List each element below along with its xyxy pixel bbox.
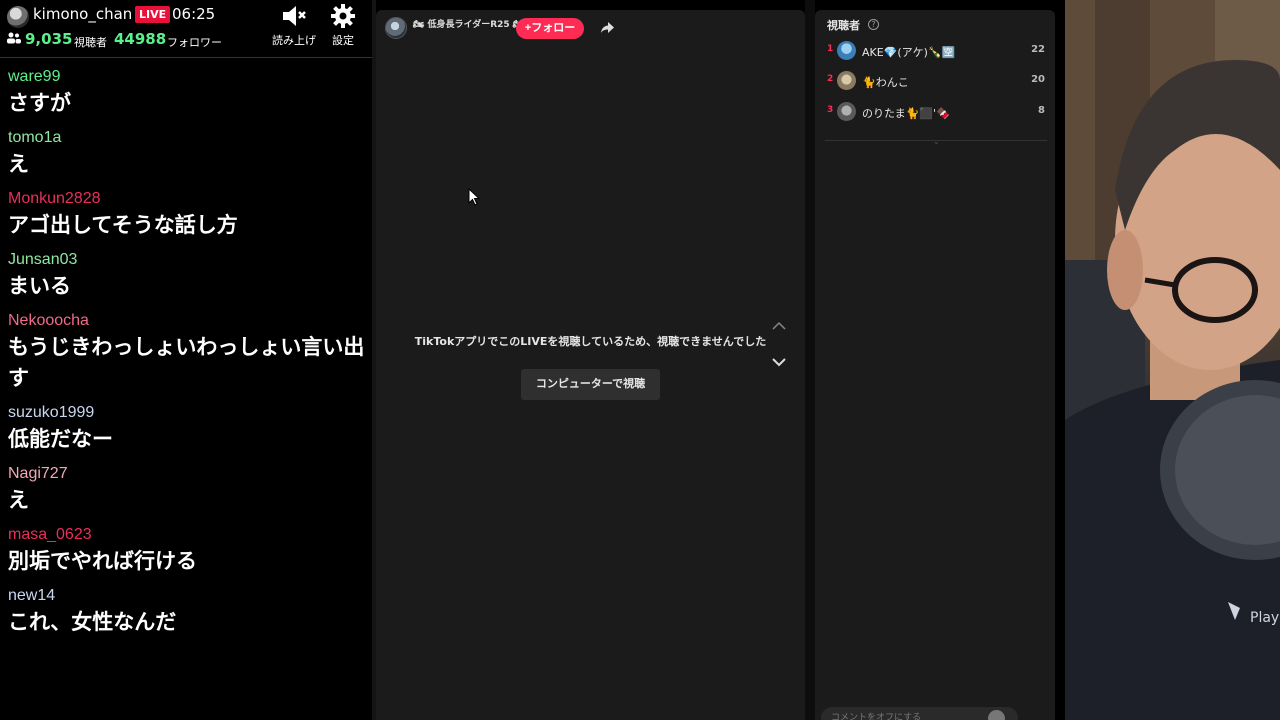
follow-button[interactable]: +フォロー bbox=[516, 18, 584, 39]
comment-item: tomo1a え bbox=[0, 127, 372, 188]
viewer-count: 9,035 bbox=[25, 30, 73, 48]
comment-username: suzuko1999 bbox=[8, 404, 95, 421]
live-badge: LIVE bbox=[135, 6, 171, 23]
host-name[interactable]: 🏍 低身長ライダーR25 🏍 bbox=[413, 17, 524, 30]
divider bbox=[805, 0, 815, 720]
rank-number: 2 bbox=[827, 74, 834, 84]
chevron-up-icon[interactable] bbox=[772, 321, 786, 330]
unavailable-notice: TikTokアプリでこのLIVEを視聴しているため、視聴できませんでした bbox=[414, 335, 767, 348]
live-room-panel: 🏍 低身長ライダーR25 🏍 +フォロー TikTokアプリでこのLIVEを視聴… bbox=[376, 10, 805, 720]
webcam-feed: Play bbox=[1065, 0, 1280, 720]
rank-number: 3 bbox=[827, 105, 834, 115]
divider bbox=[1055, 0, 1065, 720]
avatar bbox=[837, 71, 856, 90]
stream-status-bar: kimono_chan LIVE 06:25 9,035 視聴者 44988 フ… bbox=[0, 0, 372, 58]
rank-score: 20 bbox=[1031, 74, 1045, 85]
rank-score: 8 bbox=[1038, 105, 1045, 116]
follower-label: フォロワー bbox=[167, 36, 222, 49]
avatar bbox=[837, 102, 856, 121]
follower-count: 44988 bbox=[114, 30, 167, 48]
comment-username: ware99 bbox=[8, 68, 61, 85]
comment-text: さすが bbox=[8, 91, 71, 115]
comment-item: new14 これ、女性なんだ bbox=[0, 585, 372, 646]
settings-label: 設定 bbox=[332, 34, 354, 47]
comment-item: Nekooocha もうじきわっしょいわっしょい言い出す bbox=[0, 310, 372, 402]
comment-username: Nagi727 bbox=[8, 465, 68, 482]
ranking-row[interactable]: 3 のりたま🐈⬛'🍫 8 bbox=[815, 101, 1055, 123]
comment-text: これ、女性なんだ bbox=[8, 610, 177, 634]
elapsed-time: 06:25 bbox=[172, 5, 216, 23]
comment-item: Nagi727 え bbox=[0, 463, 372, 524]
comment-text: まいる bbox=[8, 274, 71, 298]
rank-number: 1 bbox=[827, 44, 834, 54]
settings-button[interactable]: 設定 bbox=[321, 3, 365, 49]
comment-viewer-panel: kimono_chan LIVE 06:25 9,035 視聴者 44988 フ… bbox=[0, 0, 372, 720]
comment-item: suzuko1999 低能だなー bbox=[0, 402, 372, 463]
shirt-logo-text: Play bbox=[1250, 610, 1279, 626]
comment-text: アゴ出してそうな話し方 bbox=[8, 213, 238, 237]
comment-text: え bbox=[8, 152, 29, 176]
viewer-label: 視聴者 bbox=[74, 36, 107, 49]
emoji-icon[interactable] bbox=[988, 710, 1005, 720]
host-avatar[interactable] bbox=[385, 17, 407, 39]
streamer-avatar bbox=[7, 6, 29, 28]
comment-username: tomo1a bbox=[8, 129, 62, 146]
chevron-down-icon[interactable] bbox=[772, 358, 786, 367]
viewer-ranking-panel: 視聴者 ? 1 AKE💎(アケ)🍾🈳 22 2 🐈わんこ 20 3 のりたま🐈⬛… bbox=[815, 10, 1055, 720]
comment-username: Monkun2828 bbox=[8, 190, 101, 207]
comment-text: 低能だなー bbox=[8, 427, 113, 451]
comment-username: Junsan03 bbox=[8, 251, 78, 268]
comment-text: え bbox=[8, 488, 29, 512]
comment-list: ware99 さすが tomo1a え Monkun2828 アゴ出してそうな話し方 Jun… bbox=[0, 66, 372, 646]
rank-score: 22 bbox=[1031, 44, 1045, 55]
rank-viewer-name: AKE💎(アケ)🍾🈳 bbox=[862, 46, 956, 59]
rank-viewer-name: のりたま🐈⬛'🍫 bbox=[862, 107, 950, 120]
comment-item: masa_0623 別垢でやれば行ける bbox=[0, 524, 372, 585]
comment-item: Monkun2828 アゴ出してそうな話し方 bbox=[0, 188, 372, 249]
comment-item: ware99 さすが bbox=[0, 66, 372, 127]
comment-username: new14 bbox=[8, 587, 56, 604]
viewer-ranking-title: 視聴者 bbox=[827, 19, 860, 32]
rank-viewer-name: 🐈わんこ bbox=[862, 76, 909, 89]
comment-text: 別垢でやれば行ける bbox=[8, 549, 197, 573]
avatar bbox=[837, 41, 856, 60]
comment-text: もうじきわっしょいわっしょい言い出す bbox=[8, 335, 365, 390]
read-aloud-label: 読み上げ bbox=[272, 34, 316, 47]
help-icon[interactable]: ? bbox=[868, 19, 879, 30]
webcam-person-image: Play bbox=[1065, 0, 1280, 720]
watch-on-computer-button[interactable]: コンピューターで視聴 bbox=[521, 369, 660, 400]
mouse-cursor-icon bbox=[468, 188, 480, 206]
comment-username: Nekooocha bbox=[8, 312, 89, 329]
chevron-down-icon[interactable]: ⌄ bbox=[933, 137, 940, 146]
comment-username: masa_0623 bbox=[8, 526, 92, 543]
ranking-row[interactable]: 2 🐈わんこ 20 bbox=[815, 70, 1055, 92]
streamer-name: kimono_chan bbox=[33, 5, 133, 23]
read-aloud-button[interactable]: 読み上げ bbox=[272, 3, 316, 49]
speaker-muted-icon bbox=[283, 6, 306, 26]
ranking-row[interactable]: 1 AKE💎(アケ)🍾🈳 22 bbox=[815, 40, 1055, 62]
viewers-icon bbox=[7, 32, 21, 44]
gear-icon bbox=[331, 4, 355, 28]
share-icon[interactable] bbox=[601, 22, 614, 33]
comment-item: Junsan03 まいる bbox=[0, 249, 372, 310]
